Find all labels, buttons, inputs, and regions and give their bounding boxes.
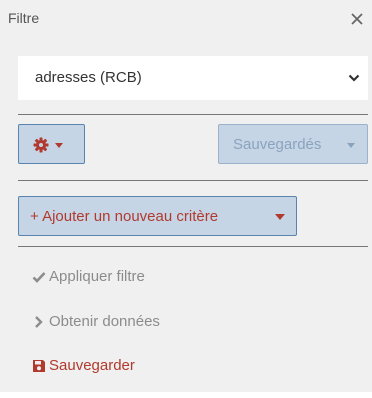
divider [18,246,368,247]
get-data-label: Obtenir données [49,313,160,330]
add-criterion-label: + Ajouter un nouveau critère [30,208,219,225]
add-criterion-button[interactable]: + Ajouter un nouveau critère [18,196,297,236]
caret-down-icon [55,143,63,148]
check-icon [32,272,46,283]
floppy-disk-icon [33,360,45,372]
saved-filters-label: Sauvegardés [233,136,322,153]
close-icon[interactable] [350,12,364,26]
apply-filter-label: Appliquer filtre [49,268,145,285]
caret-down-icon [275,214,285,220]
divider [18,114,368,115]
source-select-value: adresses (RCB) [35,69,142,86]
panel-header: Filtre [0,0,372,40]
divider [18,180,368,181]
chevron-right-icon [35,316,43,328]
gear-icon [33,137,49,153]
saved-filters-dropdown-button[interactable]: Sauvegardés [218,124,368,164]
settings-dropdown-button[interactable] [18,124,85,164]
source-select[interactable]: adresses (RCB) [18,56,368,100]
caret-down-icon [347,143,355,148]
save-label: Sauvegarder [49,357,135,374]
filter-panel: Filtre adresses (RCB) Sauvegardés + Ajou… [0,0,372,392]
panel-title: Filtre [8,10,40,26]
chevron-down-icon [348,74,360,82]
